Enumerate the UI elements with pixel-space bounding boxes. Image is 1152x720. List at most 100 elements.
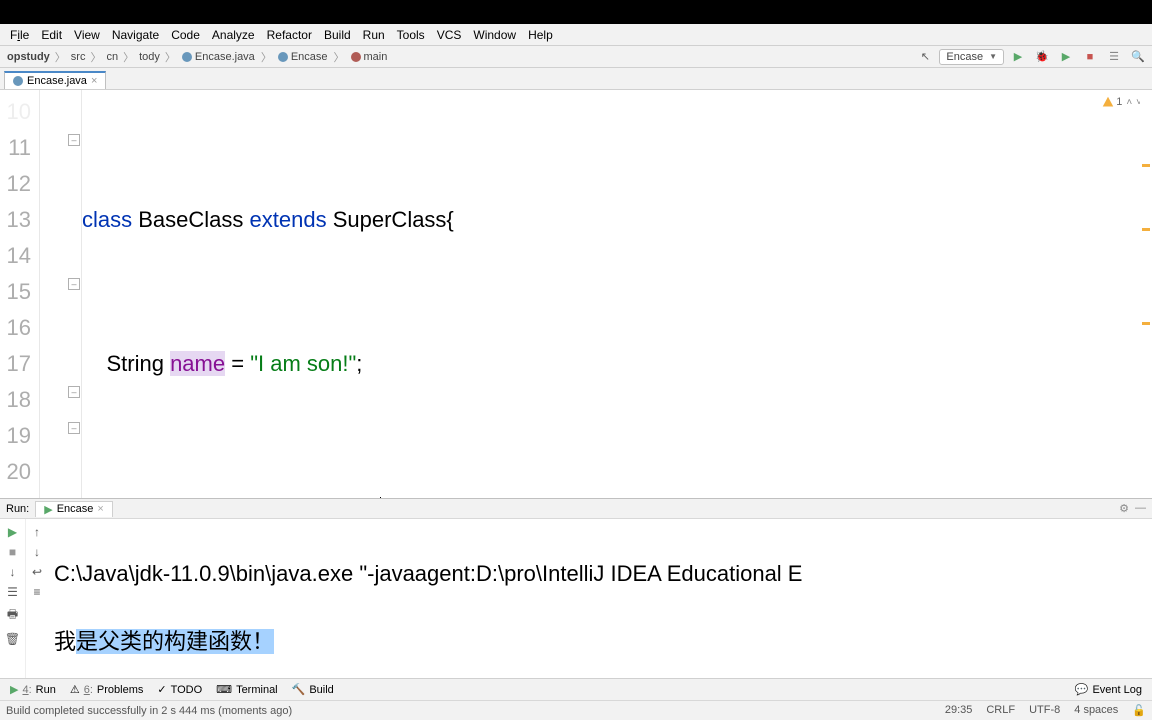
fold-toggle-icon[interactable]: – [68, 278, 80, 290]
fold-toggle-icon[interactable]: – [68, 422, 80, 434]
stop-icon[interactable]: ■ [1080, 48, 1100, 66]
line-number: 19 [0, 418, 31, 454]
tool-terminal[interactable]: ⌨Terminal [210, 681, 283, 698]
breadcrumb-sep-icon: 〉 [334, 49, 345, 65]
indent-info[interactable]: 4 spaces [1074, 704, 1118, 717]
menu-vcs[interactable]: VCS [431, 28, 468, 42]
tool-problems[interactable]: ⚠6:Problems [64, 681, 150, 698]
hammer-icon: 🔨 [292, 683, 306, 696]
play-icon: ▶ [44, 503, 52, 516]
print-icon[interactable]: 🖶 [7, 605, 18, 626]
tool-event-log[interactable]: 💬Event Log [1069, 681, 1148, 698]
play-icon: ▶ [10, 683, 18, 696]
debug-icon[interactable]: 🐞 [1032, 48, 1052, 66]
navigation-bar: opstudy 〉 src 〉 cn 〉 tody 〉 Encase.java … [0, 46, 1152, 68]
rerun-icon[interactable]: ▶ [8, 525, 17, 539]
window-title-bar [0, 0, 1152, 24]
breadcrumb-sep-icon: 〉 [55, 49, 66, 65]
tool-build[interactable]: 🔨Build [286, 681, 340, 698]
menu-view[interactable]: View [68, 28, 106, 42]
line-number: 15 [0, 274, 31, 310]
layout-icon[interactable]: ☰ [1104, 48, 1124, 66]
breadcrumb-method[interactable]: main [347, 51, 392, 63]
trash-icon[interactable]: 🗑 [5, 632, 20, 646]
menu-edit[interactable]: Edit [35, 28, 68, 42]
status-bar: Build completed successfully in 2 s 444 … [0, 700, 1152, 720]
status-message: Build completed successfully in 2 s 444 … [6, 705, 292, 717]
menu-window[interactable]: Window [467, 28, 522, 42]
menu-bar: File Edit View Navigate Code Analyze Ref… [0, 24, 1152, 46]
fold-toggle-icon[interactable]: – [68, 134, 80, 146]
menu-analyze[interactable]: Analyze [206, 28, 261, 42]
console-line: 我是父类的构建函数！ [54, 625, 1146, 659]
breadcrumb-sep-icon: 〉 [90, 49, 101, 65]
run-config-combo[interactable]: Encase▼ [939, 49, 1004, 65]
menu-build[interactable]: Build [318, 28, 357, 42]
line-number: 14 [0, 238, 31, 274]
breadcrumb-class[interactable]: Encase [274, 51, 332, 63]
breadcrumb-src[interactable]: src [68, 51, 89, 63]
breadcrumb-cn[interactable]: cn [103, 51, 121, 63]
speech-icon: 💬 [1075, 683, 1089, 696]
fold-toggle-icon[interactable]: – [68, 386, 80, 398]
editor-tab-encase[interactable]: Encase.java × [4, 71, 106, 89]
line-number-gutter: 10 11 12 13 14 15 16 17 18 19 20 21 [0, 90, 40, 498]
error-stripe[interactable] [1140, 90, 1152, 498]
search-icon[interactable]: 🔍 [1128, 48, 1148, 66]
line-number: 13 [0, 202, 31, 238]
method-icon [351, 52, 361, 62]
tool-run[interactable]: ▶4:Run [4, 681, 62, 698]
console-line: C:\Java\jdk-11.0.9\bin\java.exe "-javaag… [54, 557, 1146, 591]
menu-tools[interactable]: Tools [391, 28, 431, 42]
run-icon[interactable]: ▶ [1008, 48, 1028, 66]
lock-icon[interactable]: 🔓 [1132, 704, 1146, 717]
line-number: 10 [0, 94, 31, 130]
coverage-icon[interactable]: ▶ [1056, 48, 1076, 66]
up-arrow-icon[interactable]: ↑ [34, 525, 40, 539]
class-icon [278, 52, 288, 62]
gear-icon[interactable]: ⚙ [1119, 502, 1129, 515]
menu-code[interactable]: Code [165, 28, 206, 42]
editor-tab-bar: Encase.java × [0, 68, 1152, 90]
line-separator[interactable]: CRLF [986, 704, 1015, 717]
scroll-icon[interactable]: ≡ [33, 585, 40, 599]
line-number: 20 [0, 454, 31, 490]
layout-icon[interactable]: ☰ [7, 585, 18, 599]
line-number: 17 [0, 346, 31, 382]
back-icon[interactable]: ↖ [915, 48, 935, 66]
wrap-icon[interactable]: ↩ [32, 565, 42, 579]
breadcrumb-tody[interactable]: tody [136, 51, 163, 63]
menu-refactor[interactable]: Refactor [261, 28, 318, 42]
warning-icon: ⚠ [70, 683, 80, 696]
run-tab[interactable]: ▶ Encase × [35, 501, 113, 517]
menu-run[interactable]: Run [357, 28, 391, 42]
editor-pane: 1 ˄ ˅ 10 11 12 13 14 15 16 17 18 19 20 2… [0, 90, 1152, 498]
line-number: 11 [0, 130, 31, 166]
breadcrumb-file[interactable]: Encase.java [178, 51, 259, 63]
check-icon: ✓ [157, 683, 166, 696]
tool-todo[interactable]: ✓TODO [151, 681, 208, 698]
minimize-icon[interactable]: — [1135, 502, 1146, 515]
menu-file[interactable]: File [4, 28, 35, 42]
step-icon[interactable]: ↓ [10, 565, 16, 579]
file-encoding[interactable]: UTF-8 [1029, 704, 1060, 717]
close-icon[interactable]: × [97, 503, 103, 515]
breadcrumb-project[interactable]: opstudy [4, 51, 53, 63]
caret-position[interactable]: 29:35 [945, 704, 973, 717]
class-icon [182, 52, 192, 62]
class-icon [13, 76, 23, 86]
run-action-gutter: ▶ ■ ↓ ☰ 🖶 🗑 [0, 519, 26, 678]
close-icon[interactable]: × [91, 75, 97, 87]
down-arrow-icon[interactable]: ↓ [34, 545, 40, 559]
code-editor[interactable]: class BaseClass extends SuperClass{ Stri… [82, 90, 1140, 498]
menu-navigate[interactable]: Navigate [106, 28, 165, 42]
menu-help[interactable]: Help [522, 28, 559, 42]
breadcrumb-sep-icon: 〉 [123, 49, 134, 65]
line-number: 12 [0, 166, 31, 202]
run-label: Run: [6, 503, 29, 515]
editor-tab-label: Encase.java [27, 75, 87, 87]
text-cursor [380, 497, 381, 498]
console-output[interactable]: C:\Java\jdk-11.0.9\bin\java.exe "-javaag… [48, 519, 1152, 678]
run-action-gutter-2: ↑ ↓ ↩ ≡ [26, 519, 48, 678]
stop-icon[interactable]: ■ [9, 545, 16, 559]
